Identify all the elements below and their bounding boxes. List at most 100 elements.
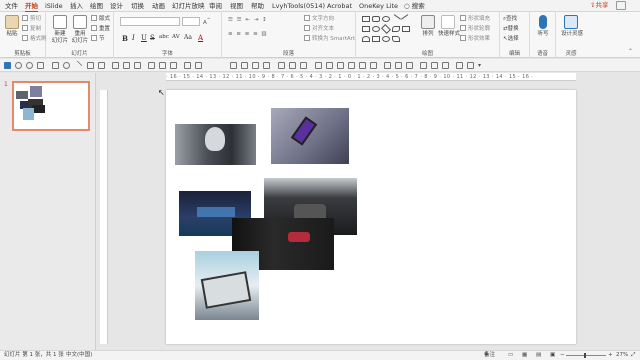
arrow-shape-icon[interactable] (402, 26, 410, 32)
slide-thumbnail[interactable] (12, 81, 90, 131)
design-ideas-button[interactable]: 设计灵感 (561, 15, 583, 38)
table-icon[interactable] (420, 62, 427, 69)
font-color-button[interactable]: A (198, 34, 203, 42)
start-slideshow-icon[interactable] (37, 62, 44, 69)
align-top-icon[interactable] (148, 62, 155, 69)
align-bottom-icon[interactable] (170, 62, 177, 69)
flip-icon[interactable] (289, 62, 296, 69)
crop-icon[interactable] (300, 62, 307, 69)
tab-lvyhtools[interactable]: LvyhTools(0514) (272, 1, 325, 11)
align-right-icon[interactable] (134, 62, 141, 69)
reset-button[interactable]: 重置 (91, 25, 110, 33)
font-family-select[interactable] (120, 17, 180, 26)
zoom-in-icon[interactable]: + (608, 351, 613, 360)
tab-home[interactable]: 开始 (25, 1, 38, 12)
chart-icon[interactable] (431, 62, 438, 69)
curve-shape-icon[interactable] (392, 36, 400, 42)
select-button[interactable]: ↖选择 (503, 35, 519, 43)
align-left-icon[interactable] (112, 62, 119, 69)
position-icon[interactable] (467, 62, 474, 69)
line-icon[interactable] (72, 60, 83, 71)
combine-icon[interactable] (337, 62, 344, 69)
distribute-h-icon[interactable] (184, 62, 191, 69)
dictate-button[interactable]: 听写 (533, 15, 553, 38)
paste-button[interactable]: 粘贴 (2, 15, 22, 38)
quick-styles-button[interactable]: 快速样式 (438, 15, 460, 38)
image-phone[interactable] (271, 108, 349, 164)
zoom-slider-thumb[interactable] (584, 353, 586, 358)
align-buttons[interactable]: ≡ ≡ ≡ ≡ ▥ (228, 30, 268, 38)
picture-icon[interactable] (395, 62, 402, 69)
tab-insert[interactable]: 插入 (70, 1, 83, 11)
smartart-icon[interactable] (442, 62, 449, 69)
video-icon[interactable] (406, 62, 413, 69)
change-case-button[interactable]: Aa (184, 34, 192, 41)
tab-transitions[interactable]: 切换 (131, 1, 144, 11)
undo-icon[interactable] (15, 62, 22, 69)
fit-slide-icon[interactable]: ⤢ (631, 351, 635, 360)
shape-fill-button[interactable]: 形状填充 (460, 15, 490, 23)
text-shadow-button[interactable]: abc (159, 34, 169, 40)
arrow-icon[interactable] (87, 62, 94, 69)
redo-icon[interactable] (26, 62, 33, 69)
tab-view[interactable]: 视图 (230, 1, 243, 11)
collapse-ribbon-icon[interactable]: ⌃ (628, 48, 633, 55)
rotate-icon[interactable] (278, 62, 285, 69)
slideshow-view-icon[interactable]: ▣ (550, 351, 555, 360)
line-shape-icon-2[interactable] (401, 14, 411, 24)
subtract-icon[interactable] (370, 62, 377, 69)
slide-sorter-icon[interactable]: ▦ (522, 351, 527, 360)
reuse-slides-button[interactable]: 重用 幻灯片 (70, 15, 90, 45)
brace-shape-icon[interactable] (362, 36, 370, 42)
zoom-slider-track[interactable] (566, 355, 606, 356)
tab-acrobat[interactable]: Acrobat (327, 1, 352, 11)
line-shape-icon[interactable] (391, 14, 401, 24)
customize-qat-icon[interactable]: ▾ (478, 62, 485, 69)
section-button[interactable]: 节 (91, 35, 105, 43)
fragment-icon[interactable] (348, 62, 355, 69)
tab-design[interactable]: 设计 (110, 1, 123, 11)
grow-font-button[interactable]: A^ (203, 17, 211, 27)
language-status[interactable]: 中文(中国) (66, 351, 92, 360)
tab-slideshow[interactable]: 幻灯片放映 (172, 1, 205, 11)
shape-effects-button[interactable]: 形状效果 (460, 35, 490, 43)
diamond-shape-icon[interactable] (381, 24, 391, 34)
share-button[interactable]: ⇪共享 (590, 1, 612, 10)
intersect-icon[interactable] (359, 62, 366, 69)
shapes-gallery[interactable] (362, 14, 414, 46)
arrange-button[interactable]: 排列 (418, 15, 438, 38)
bold-button[interactable]: B (122, 34, 128, 43)
replace-button[interactable]: ⇄替换 (503, 25, 519, 33)
text-direction-button[interactable]: 文字方向 (304, 15, 334, 23)
slide-canvas[interactable] (166, 90, 576, 344)
layout-button[interactable]: 版式 (91, 15, 110, 23)
rectangle-shape-icon[interactable] (362, 16, 370, 22)
star-shape-icon[interactable] (372, 36, 380, 42)
align-middle-icon[interactable] (159, 62, 166, 69)
save-icon[interactable] (4, 62, 11, 69)
zoom-out-icon[interactable]: − (560, 351, 565, 360)
align-center-icon[interactable] (123, 62, 130, 69)
cut-button[interactable]: 剪切 (22, 15, 41, 23)
tab-animations[interactable]: 动画 (152, 1, 165, 11)
send-backward-icon[interactable] (263, 62, 270, 69)
textbox-icon[interactable] (98, 62, 105, 69)
italic-button[interactable]: I (132, 34, 135, 42)
format-painter-button[interactable]: 格式刷 (22, 35, 47, 43)
circle-shape-icon[interactable] (372, 26, 380, 32)
rectangle-icon[interactable] (52, 62, 59, 69)
text-box-shape-icon[interactable] (362, 26, 370, 32)
underline-button[interactable]: U (141, 34, 147, 42)
merge-shapes-icon[interactable] (315, 62, 322, 69)
tab-islide[interactable]: iSlide (45, 1, 63, 11)
image-robot[interactable] (175, 124, 256, 165)
ungroup-icon[interactable] (241, 62, 248, 69)
image-tablet[interactable] (195, 251, 259, 320)
shape-outline-button[interactable]: 形状轮廓 (460, 25, 490, 33)
list-buttons[interactable]: ☰ ☰ ⇤ ⇥ ↕ (228, 16, 268, 24)
size-icon[interactable] (456, 62, 463, 69)
tell-me-search[interactable]: ○ 搜索 (404, 1, 425, 11)
arc-shape-icon[interactable] (392, 26, 400, 32)
normal-view-icon[interactable]: ▭ (508, 351, 513, 360)
rounded-rect-shape-icon[interactable] (372, 16, 380, 22)
